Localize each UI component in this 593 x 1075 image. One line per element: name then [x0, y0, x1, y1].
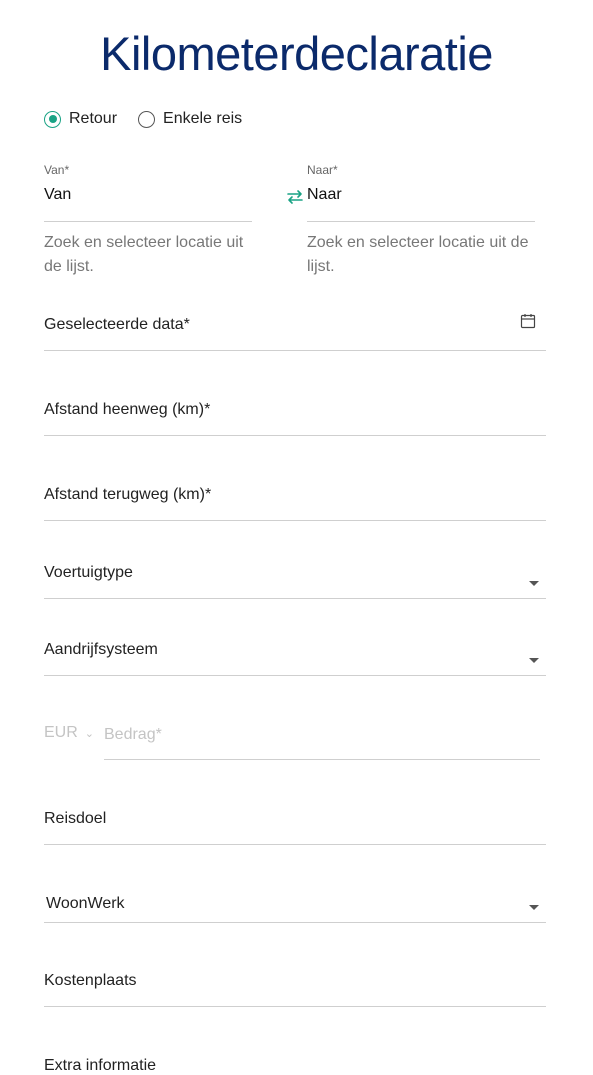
from-location-field[interactable]: Van* Van Zoek en selecteer locatie uit d… — [44, 163, 252, 279]
amount-placeholder: Bedrag* — [104, 726, 162, 743]
distance-back-label: Afstand terugweg (km)* — [44, 486, 212, 503]
drive-system-label: Aandrijfsysteem — [44, 641, 158, 658]
from-label: Van* — [44, 163, 70, 177]
to-underline — [307, 210, 535, 222]
vehicle-type-label: Voertuigtype — [44, 564, 133, 581]
distance-out-label: Afstand heenweg (km)* — [44, 401, 211, 418]
radio-checked-icon — [44, 110, 61, 128]
distance-out-field[interactable]: Afstand heenweg (km)* — [44, 385, 546, 436]
trip-type-radio-group: Retour Enkele reis — [44, 108, 242, 130]
distance-back-field[interactable]: Afstand terugweg (km)* — [44, 470, 546, 521]
caret-down-icon — [529, 658, 539, 663]
dates-label: Geselecteerde data* — [44, 316, 190, 333]
caret-down-icon — [529, 905, 539, 910]
cost-center-field[interactable]: Kostenplaats — [44, 957, 546, 1007]
from-helper-text: Zoek en selecteer locatie uit de lijst. — [44, 234, 244, 275]
to-input[interactable]: Naar — [307, 186, 535, 210]
currency-value: EUR — [44, 724, 78, 741]
purpose-label: Reisdoel — [44, 810, 107, 827]
radio-enkele-reis-label: Enkele reis — [163, 110, 243, 127]
cost-center-label: Kostenplaats — [44, 972, 137, 989]
from-input[interactable]: Van — [44, 186, 252, 210]
radio-retour-label: Retour — [69, 110, 118, 127]
vehicle-type-select[interactable]: Voertuigtype — [44, 550, 546, 599]
purpose-select-value: WoonWerk — [46, 895, 125, 912]
radio-retour[interactable]: Retour — [44, 110, 117, 128]
to-location-field[interactable]: Naar* Naar Zoek en selecteer locatie uit… — [307, 163, 535, 279]
to-helper-text: Zoek en selecteer locatie uit de lijst. — [307, 234, 529, 275]
swap-arrows-icon[interactable] — [286, 188, 304, 206]
currency-select[interactable]: EUR ⌄ — [44, 724, 94, 742]
drive-system-select[interactable]: Aandrijfsysteem — [44, 627, 546, 676]
radio-enkele-reis[interactable]: Enkele reis — [138, 110, 242, 128]
dates-field[interactable]: Geselecteerde data* — [44, 300, 546, 351]
chevron-down-icon: ⌄ — [84, 727, 94, 740]
from-underline — [44, 210, 252, 222]
amount-input[interactable]: Bedrag* — [104, 722, 540, 760]
extra-info-label: Extra informatie — [44, 1057, 157, 1074]
purpose-select[interactable]: WoonWerk — [44, 880, 546, 923]
radio-unchecked-icon — [138, 110, 156, 128]
extra-info-field[interactable]: Extra informatie — [44, 1042, 546, 1075]
caret-down-icon — [529, 581, 539, 586]
page-title: Kilometerdeclaratie — [100, 27, 493, 80]
purpose-field[interactable]: Reisdoel — [44, 795, 546, 845]
to-label: Naar* — [307, 163, 338, 177]
calendar-icon[interactable] — [520, 313, 536, 329]
